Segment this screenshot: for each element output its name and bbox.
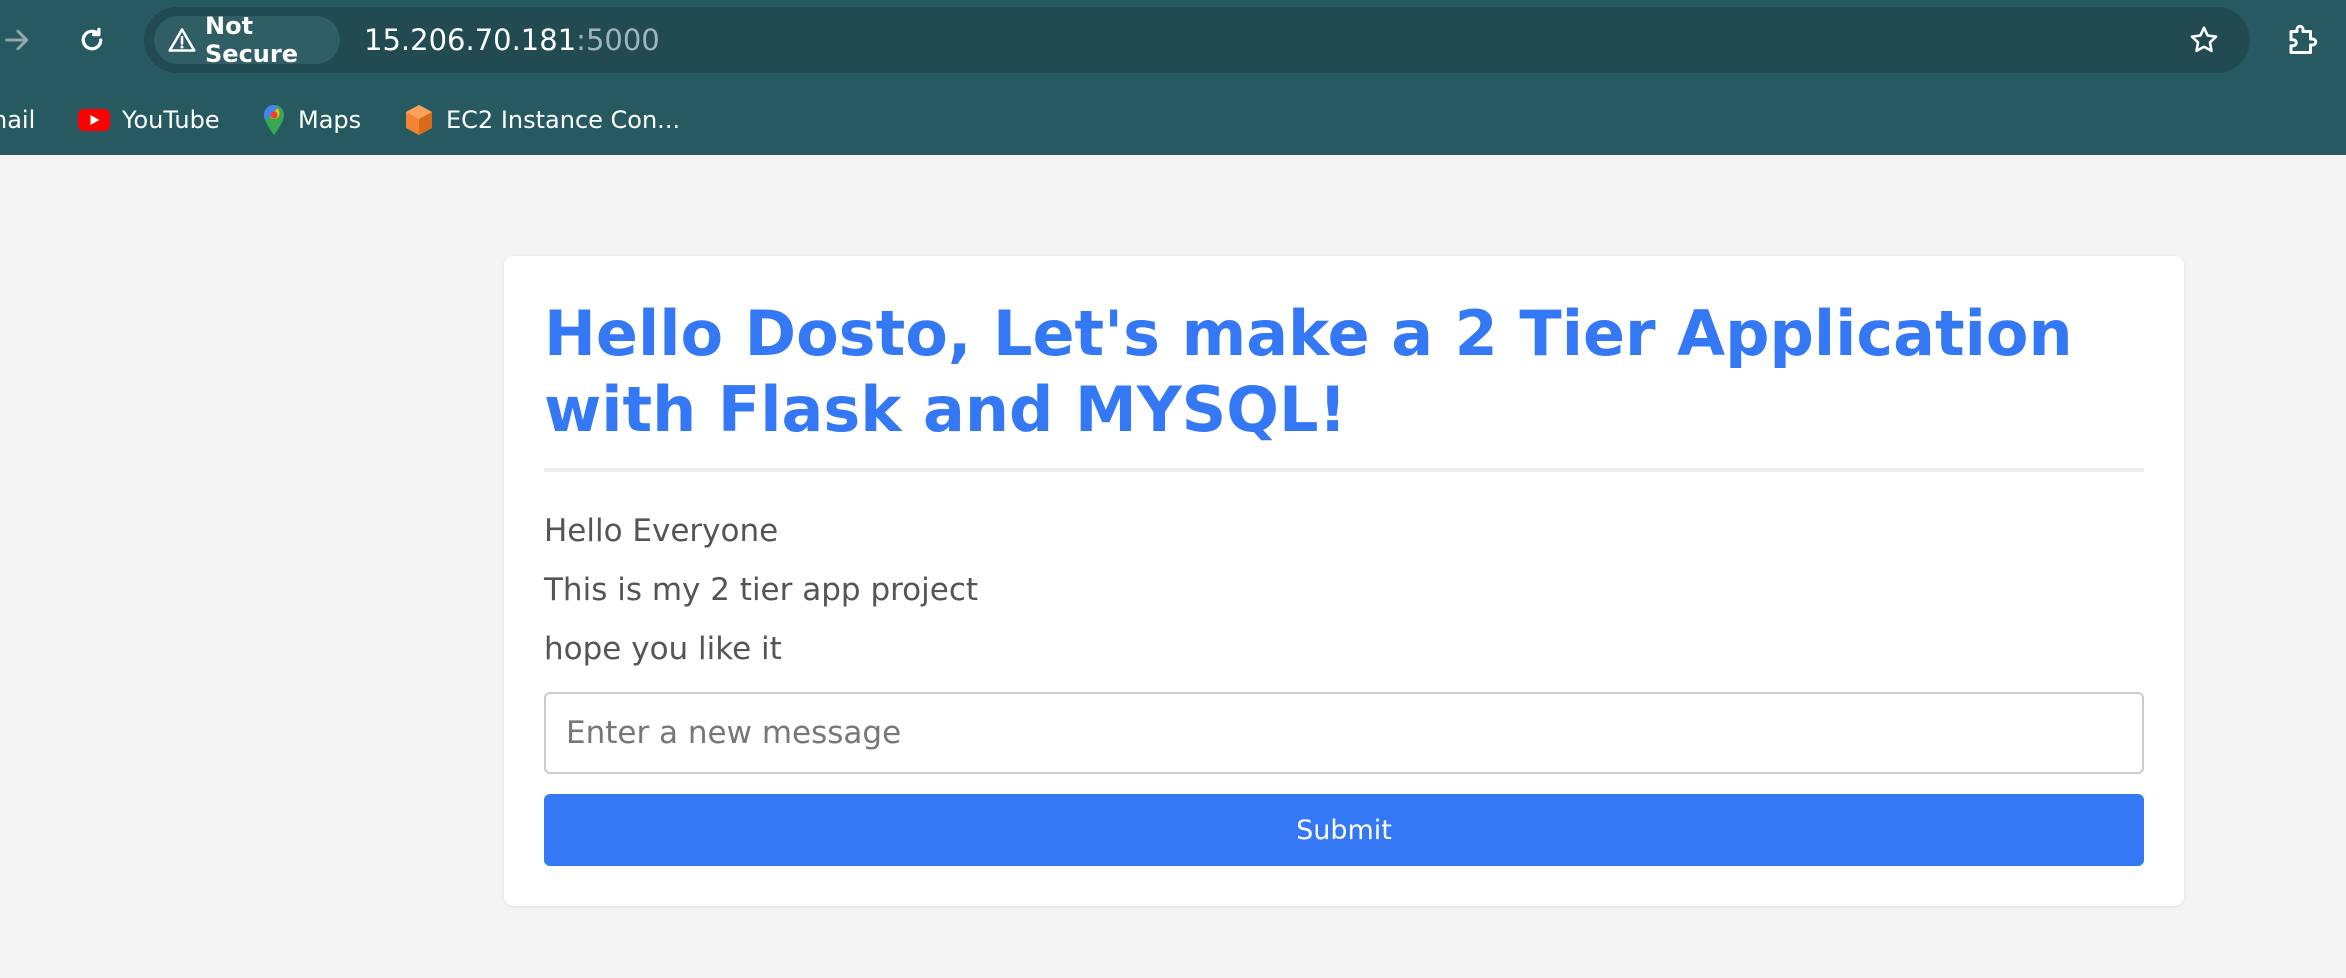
- extensions-puzzle-icon[interactable]: [2282, 18, 2324, 60]
- security-label: Not Secure: [205, 12, 298, 68]
- address-bar[interactable]: Not Secure 15.206.70.181:5000: [144, 7, 2250, 73]
- youtube-icon: [78, 108, 110, 132]
- reload-icon[interactable]: [68, 16, 116, 64]
- bookmark-maps[interactable]: Maps: [262, 96, 361, 144]
- new-message-input[interactable]: [544, 692, 2144, 774]
- bookmark-label: EC2 Instance Con...: [446, 106, 681, 134]
- browser-toolbar: Not Secure 15.206.70.181:5000: [0, 0, 2346, 80]
- url-port: :5000: [576, 23, 660, 57]
- submit-button[interactable]: Submit: [544, 794, 2144, 866]
- list-item: Hello Everyone: [544, 513, 779, 549]
- list-item: This is my 2 tier app project: [544, 572, 979, 608]
- bookmark-label: YouTube: [122, 106, 220, 134]
- bookmark-label: nail: [0, 106, 36, 134]
- url-host: 15.206.70.181: [364, 23, 577, 57]
- warning-triangle-icon: [168, 27, 196, 53]
- bookmark-gmail[interactable]: nail: [0, 96, 35, 144]
- browser-chrome: Not Secure 15.206.70.181:5000 nail YouTu…: [0, 0, 2346, 155]
- list-item: hope you like it: [544, 631, 782, 667]
- aws-box-icon: [404, 104, 434, 136]
- forward-arrow-icon[interactable]: [0, 16, 42, 64]
- bookmark-star-icon[interactable]: [2186, 22, 2222, 58]
- title-divider: [544, 468, 2144, 472]
- message-card: Hello Dosto, Let's make a 2 Tier Applica…: [504, 256, 2184, 906]
- maps-icon: [262, 104, 286, 136]
- security-indicator[interactable]: Not Secure: [154, 12, 340, 68]
- message-list: Hello Everyone This is my 2 tier app pro…: [544, 512, 2144, 689]
- bookmark-youtube[interactable]: YouTube: [78, 96, 220, 144]
- url-text[interactable]: 15.206.70.181:5000: [364, 7, 660, 73]
- bookmarks-bar: nail YouTube Maps EC2 Instance Con...: [0, 96, 2346, 144]
- page-title: Hello Dosto, Let's make a 2 Tier Applica…: [544, 297, 2073, 446]
- bookmark-ec2-instance-connect[interactable]: EC2 Instance Con...: [404, 96, 680, 144]
- bookmark-label: Maps: [298, 106, 362, 134]
